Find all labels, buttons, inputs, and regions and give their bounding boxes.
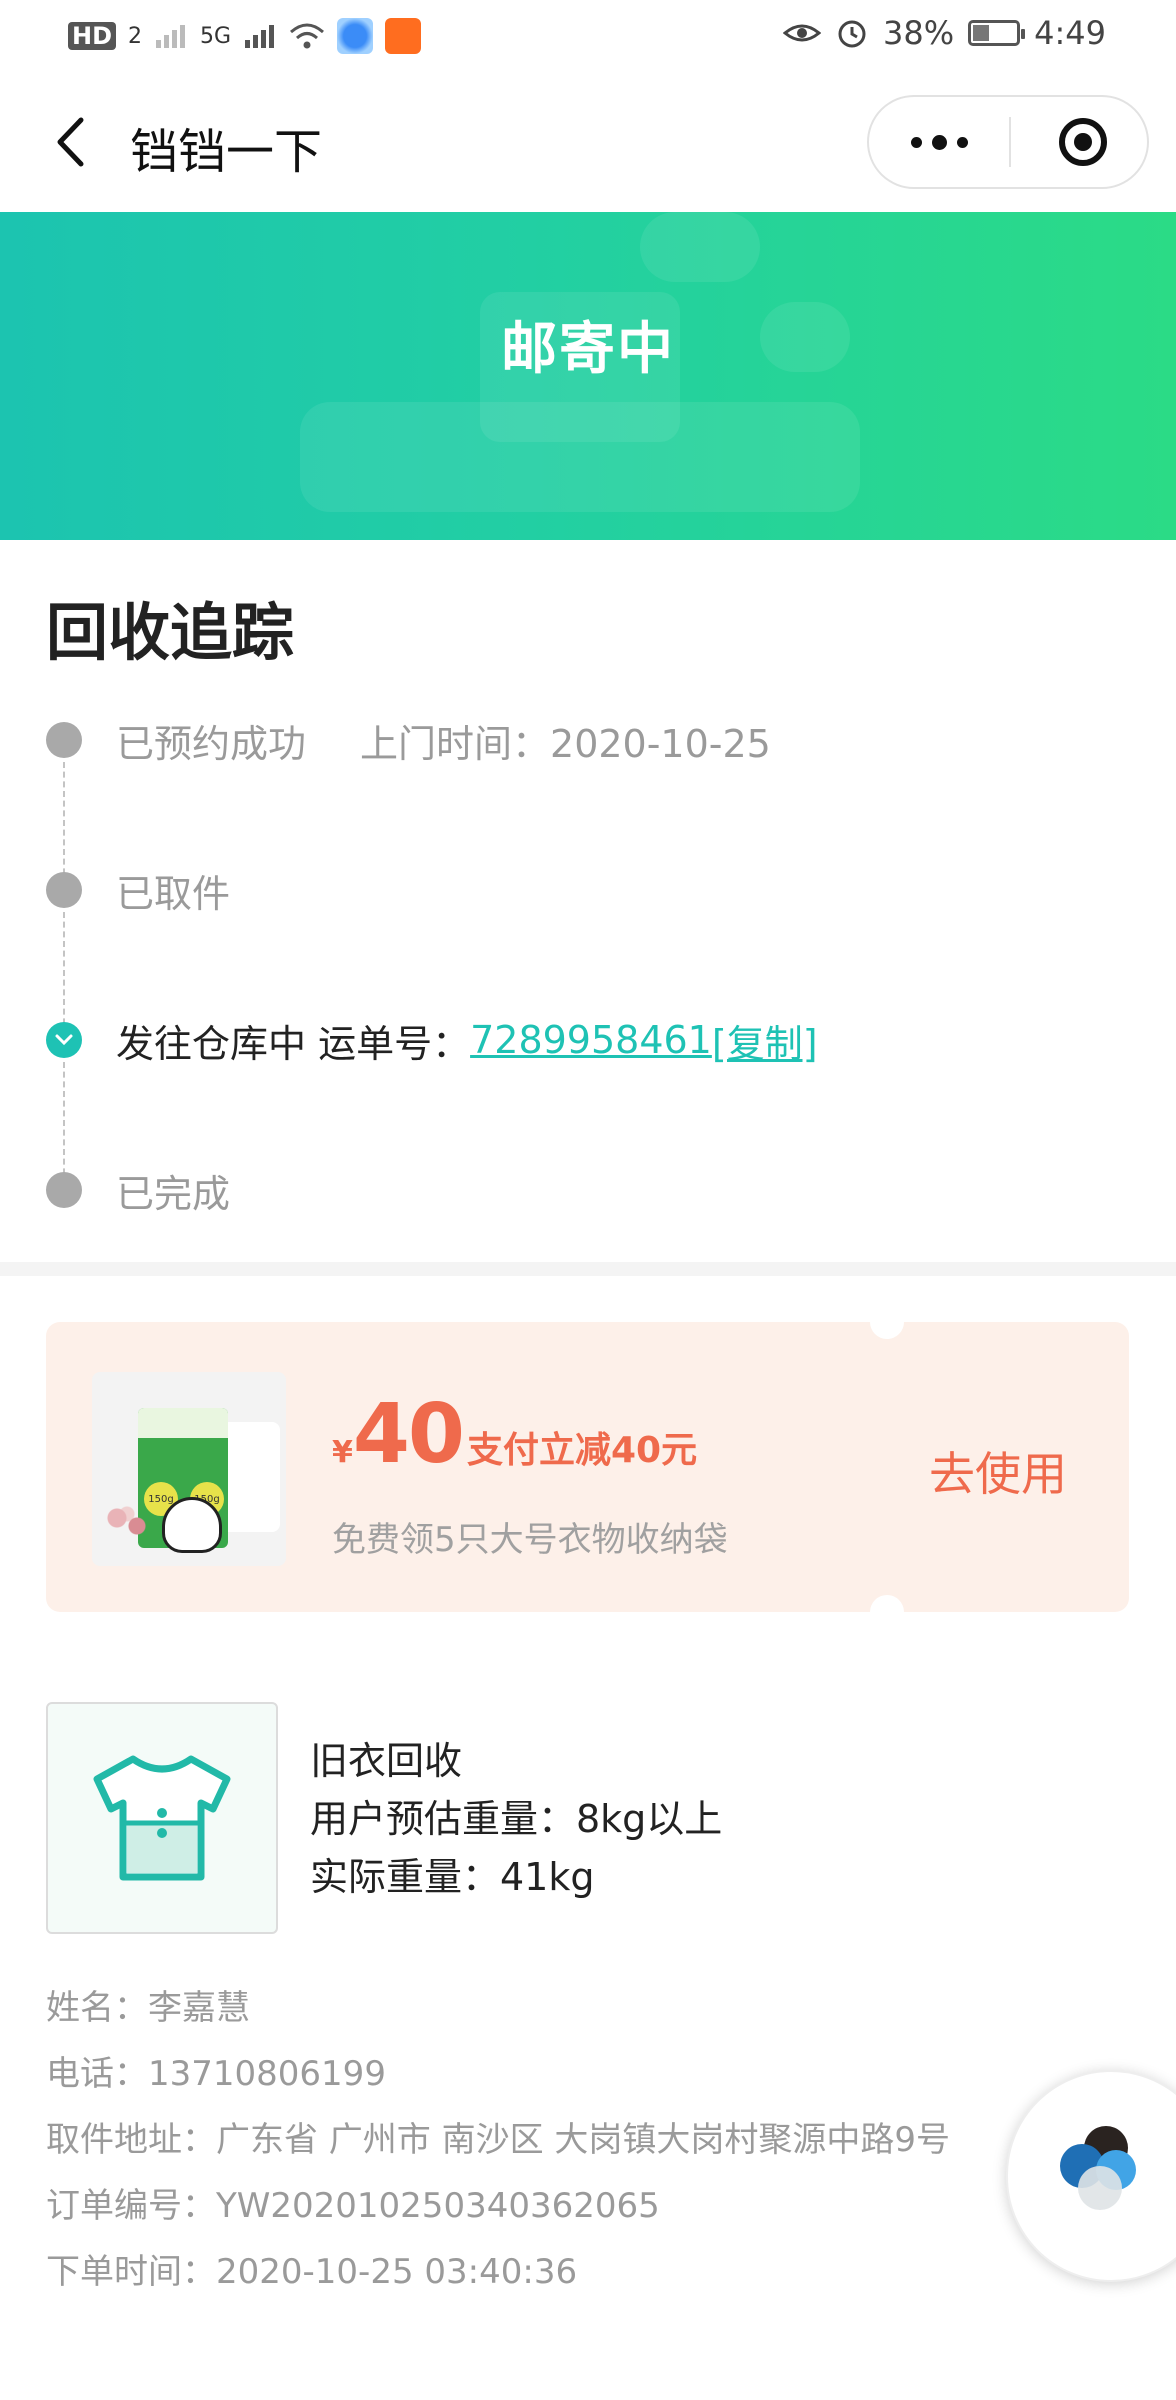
assistant-logo-icon (1060, 2126, 1136, 2210)
status-right: 38% 4:49 (783, 14, 1106, 52)
status-left: HD 2 5G (68, 18, 422, 54)
back-icon (57, 117, 84, 167)
back-button[interactable] (40, 112, 100, 172)
clock: 4:49 (1034, 14, 1106, 52)
tracking-title: 回收追踪 (46, 596, 295, 669)
product-name: 旧衣回收 (310, 1739, 463, 1783)
network-type: 5G (200, 23, 232, 49)
section-divider (0, 1262, 1176, 1276)
step-label: 已取件 (116, 871, 231, 916)
flowers-image (102, 1502, 152, 1542)
timeline-step-booked: 已预约成功 上门时间：2020-10-25 (46, 710, 771, 770)
status-banner: 邮寄中 (0, 212, 1176, 540)
step-dot (46, 872, 82, 908)
pickup-time: 上门时间：2020-10-25 (360, 721, 771, 766)
customer-phone: 电话：13710806199 (46, 2054, 386, 2094)
signal-icon (156, 25, 186, 48)
timeline-step-picked-up: 已取件 (46, 860, 230, 920)
check-chevron-icon (55, 1034, 73, 1046)
step-dot (46, 1172, 82, 1208)
signal-icon-2 (245, 25, 275, 48)
estimated-weight: 用户预估重量：8kg以上 (310, 1797, 723, 1841)
timeline-step-shipping: 发往仓库中 运单号： 7289958461 [复制] (46, 1010, 818, 1070)
copy-tracking-button[interactable]: [复制] (712, 1013, 818, 1068)
customer-name: 姓名：李嘉慧 (46, 1988, 250, 2028)
battery-level (973, 25, 990, 41)
page-title: 铛铛一下 (130, 124, 323, 180)
coupon-product-image: 150g 150g (92, 1372, 286, 1566)
tshirt-icon (93, 1755, 231, 1881)
actual-weight: 实际重量：41kg (310, 1855, 595, 1899)
cat-mascot-image (162, 1497, 222, 1553)
banner-status-title: 邮寄中 (501, 317, 675, 382)
status-bar: HD 2 5G 38% 4:49 (0, 0, 1176, 72)
browser-app-icon (337, 18, 374, 54)
coupon-description: 支付立减40元 (467, 1430, 698, 1471)
pickup-address: 取件地址：广东省 广州市 南沙区 大岗镇大岗村聚源中路9号 (46, 2120, 951, 2160)
step-label: 已完成 (116, 1171, 231, 1216)
order-details: 姓名：李嘉慧 电话：13710806199 取件地址：广东省 广州市 南沙区 大… (46, 1975, 950, 2305)
use-coupon-button[interactable]: 去使用 (929, 1438, 1067, 1504)
capsule-divider (1009, 117, 1011, 167)
step-dot-active (46, 1022, 82, 1058)
battery-percent: 38% (883, 14, 955, 52)
mini-program-capsule (867, 95, 1149, 189)
order-number: 订单编号：YW202010250340362065 (46, 2186, 660, 2226)
coupon-card[interactable]: 150g 150g ¥ 40 支付立减40元 免费领5只大号衣物收纳袋 去使用 (46, 1305, 1129, 1629)
step-dot (46, 722, 82, 758)
hd-indicator: HD (68, 22, 117, 50)
eye-comfort-icon (783, 24, 822, 42)
tracking-number-link[interactable]: 7289958461 (470, 1018, 712, 1062)
coupon-amount: 40 (352, 1387, 465, 1482)
product-thumbnail (46, 1702, 278, 1934)
more-icon (910, 136, 922, 148)
sim-indicator: 2 (128, 23, 143, 49)
more-button[interactable] (869, 97, 1009, 187)
coupon-price: ¥ 40 支付立减40元 (332, 1394, 697, 1476)
floating-assistant-button[interactable] (1006, 2070, 1176, 2282)
close-capsule-button[interactable] (1059, 118, 1107, 166)
step-label: 已预约成功 (116, 721, 307, 766)
currency-symbol: ¥ (332, 1435, 353, 1470)
nav-bar: 铛铛一下 (0, 72, 1176, 212)
wifi-icon (290, 23, 325, 49)
alarm-icon (838, 20, 866, 48)
step-label: 发往仓库中 运单号： (116, 1021, 471, 1066)
battery-icon (968, 20, 1026, 46)
taobao-app-icon (385, 18, 422, 54)
order-time: 下单时间：2020-10-25 03:40:36 (46, 2252, 578, 2292)
product-info: 旧衣回收 用户预估重量：8kg以上 实际重量：41kg (310, 1732, 722, 1906)
timeline-step-completed: 已完成 (46, 1160, 230, 1220)
coupon-subtitle: 免费领5只大号衣物收纳袋 (332, 1520, 728, 1560)
